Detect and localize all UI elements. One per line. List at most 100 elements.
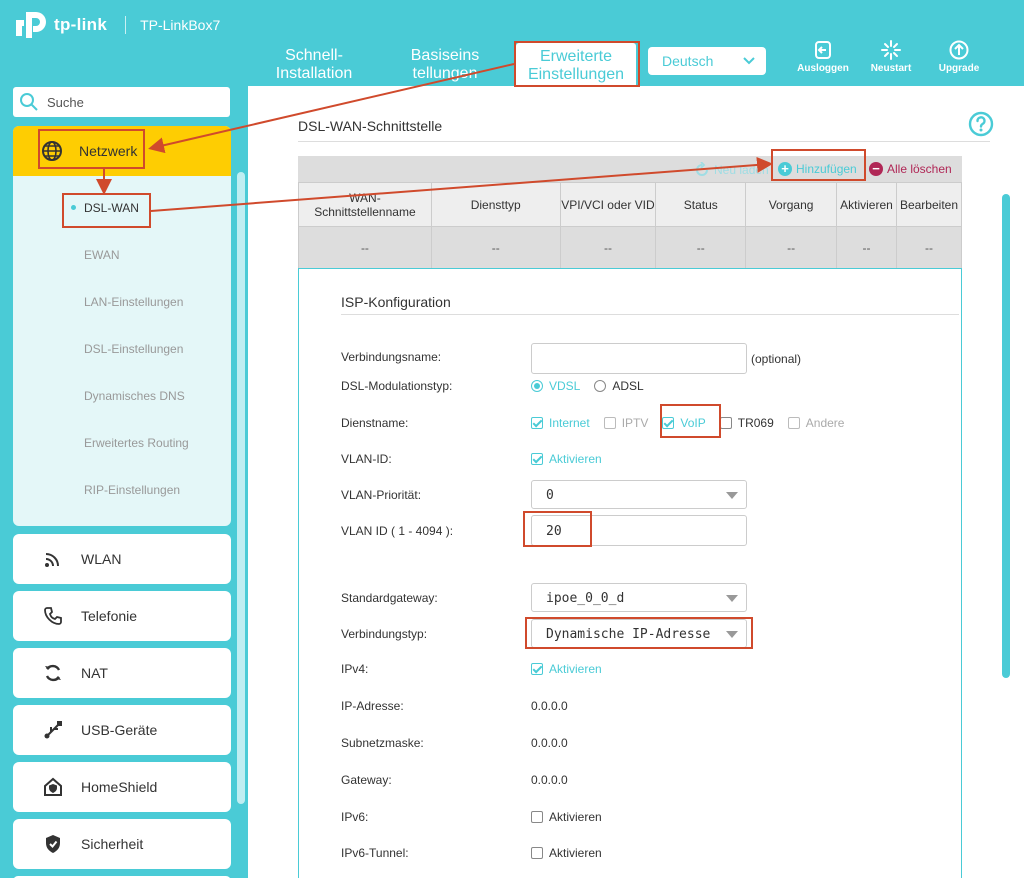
service-voip-label: VoIP [680,416,706,430]
ipv6-tunnel-checkbox[interactable]: Aktivieren [531,846,602,860]
sidebar-item-network[interactable]: Netzwerk [13,126,231,176]
isp-config-panel: ISP-Konfiguration Verbindungsname: (opti… [298,268,962,878]
checkbox-ipv6-tunnel [531,847,543,859]
help-icon[interactable] [968,111,994,137]
sidebar-subitem-dsl[interactable]: DSL-Einstellungen [13,325,231,372]
service-internet-label: Internet [549,416,590,430]
tab-advanced-settings-line2: Einstellungen [527,66,625,83]
service-name-label: Dienstname: [341,416,409,430]
col-service-type: Diensttyp [430,182,561,227]
subnet-value: 0.0.0.0 [531,736,568,750]
restart-button[interactable]: Neustart [861,40,921,74]
table-cell: -- [298,226,432,269]
subnet-label: Subnetzmaske: [341,736,424,750]
section-divider [298,141,990,142]
ipv6-tunnel-label: IPv6-Tunnel: [341,846,409,860]
service-voip-checkbox[interactable]: VoIP [662,416,706,430]
table-cell: -- [430,226,561,269]
service-tr069-checkbox[interactable]: TR069 [719,416,774,430]
logout-button[interactable]: Ausloggen [793,40,853,74]
sidebar-subitem-routing[interactable]: Erweitertes Routing [13,419,231,466]
tab-basic-settings[interactable]: Basiseins tellungen [402,47,488,83]
radio-vdsl-indicator [531,380,543,392]
globe-icon [42,141,62,161]
table-cell: -- [836,226,897,269]
service-iptv-label: IPTV [621,416,649,430]
delete-all-button[interactable]: − Alle löschen [869,162,952,176]
table-cell: -- [655,226,747,269]
service-iptv-checkbox[interactable]: IPTV [603,416,649,430]
main-scrollbar[interactable] [1002,194,1010,678]
tp-link-logo-icon [16,12,46,38]
sidebar-item-network-label: Netzwerk [79,143,138,159]
sidebar-item-homeshield[interactable]: HomeShield [13,762,231,812]
language-select[interactable]: Deutsch [648,47,766,75]
tab-quick-setup-line2: Installation [275,65,353,82]
vlan-id-checkbox[interactable]: Aktivieren [531,452,602,466]
sidebar-scrollbar[interactable] [237,172,245,804]
sidebar-item-telephony-label: Telefonie [81,608,138,624]
ip-address-value: 0.0.0.0 [531,699,568,713]
model-name: TP-LinkBox7 [140,17,221,33]
gw-label: Gateway: [341,773,392,787]
col-interface-name: WAN-Schnittstellenname [298,182,432,227]
ipv6-checkbox[interactable]: Aktivieren [531,810,602,824]
refresh-icon [696,162,708,176]
sidebar-item-nat-label: NAT [81,665,108,681]
reload-label: Neu laden [714,163,769,177]
ipv4-activate-label: Aktivieren [549,662,602,676]
add-button[interactable]: + Hinzufügen [778,162,857,176]
connection-name-input[interactable] [531,343,747,374]
upgrade-icon [949,40,969,60]
search-input[interactable]: Suche [13,87,230,117]
isp-config-divider [341,314,959,315]
sidebar-item-nat[interactable]: NAT [13,648,231,698]
vlan-priority-select[interactable]: 0 [531,480,747,509]
checkbox-ipv6 [531,811,543,823]
service-internet-checkbox[interactable]: Internet [531,416,590,430]
radio-adsl-label: ADSL [612,379,644,393]
isp-config-title: ISP-Konfiguration [341,294,451,310]
service-other-label: Andere [805,416,845,430]
ipv6-label: IPv6: [341,810,369,824]
col-operation: Vorgang [745,182,837,227]
tab-advanced-settings[interactable]: Erweiterte Einstellungen [516,43,636,85]
upgrade-button[interactable]: Upgrade [929,40,989,74]
sidebar-subitem-ddns[interactable]: Dynamisches DNS [13,372,231,419]
network-menu-group: Netzwerk DSL-WAN EWAN LAN-Einstellungen … [13,126,231,526]
radio-adsl[interactable]: ADSL [594,379,644,393]
gateway-label: Standardgateway: [341,591,438,605]
sidebar-item-usb[interactable]: USB-Geräte [13,705,231,755]
connection-type-select[interactable]: Dynamische IP-Adresse [531,619,747,648]
checkbox-iptv [603,417,616,429]
ipv6-tunnel-activate-label: Aktivieren [549,846,602,860]
sidebar-item-security[interactable]: Sicherheit [13,819,231,869]
sidebar-item-telephony[interactable]: Telefonie [13,591,231,641]
logout-label: Ausloggen [797,63,849,74]
vlan-id-label: VLAN-ID: [341,452,392,466]
sidebar-subitem-lan[interactable]: LAN-Einstellungen [13,278,231,325]
tab-quick-setup[interactable]: Schnell- Installation [268,47,360,83]
sidebar-subitem-dsl-wan[interactable]: DSL-WAN [13,184,231,231]
connection-type-label: Verbindungstyp: [341,627,428,641]
main-panel: DSL-WAN-Schnittstelle Neu laden + Hinzuf… [248,86,1024,878]
vlan-id-activate-label: Aktivieren [549,452,602,466]
radio-vdsl[interactable]: VDSL [531,379,580,393]
ipv4-checkbox[interactable]: Aktivieren [531,662,602,676]
col-activate: Aktivieren [836,182,897,227]
usb-icon [44,721,62,739]
gateway-select[interactable]: ipoe_0_0_d [531,583,747,612]
reload-button[interactable]: Neu laden [694,162,769,178]
phone-icon [44,607,62,625]
sidebar-subitem-rip[interactable]: RIP-Einstellungen [13,466,231,513]
ipv4-label: IPv4: [341,662,369,676]
service-other-checkbox[interactable]: Andere [787,416,845,430]
table-cell: -- [745,226,837,269]
vlan-range-label: VLAN ID ( 1 - 4094 ): [341,524,454,538]
sidebar-item-wlan[interactable]: WLAN [13,534,231,584]
sidebar-subitem-ewan[interactable]: EWAN [13,231,231,278]
restart-icon [881,40,901,60]
sidebar-item-homeshield-label: HomeShield [81,779,158,795]
search-icon [20,93,38,111]
vlan-value-input[interactable]: 20 [531,515,747,546]
